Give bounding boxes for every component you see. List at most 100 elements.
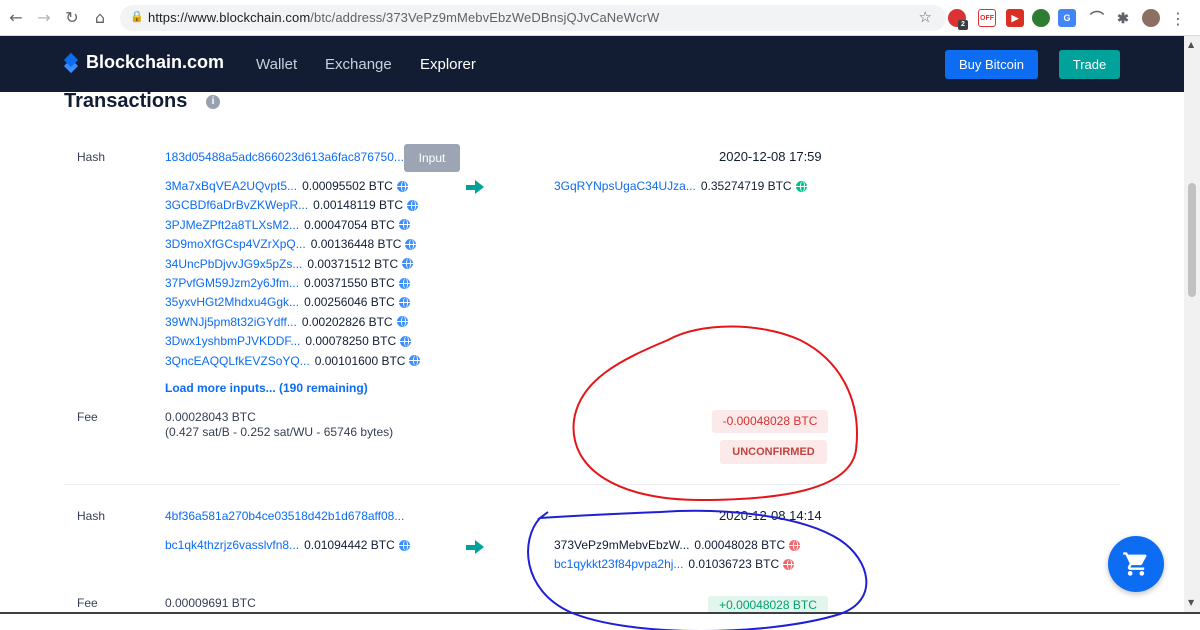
page-title: Transactions xyxy=(64,90,188,112)
translate-icon[interactable]: G xyxy=(1058,9,1076,27)
tx1-fee-label: Fee xyxy=(77,410,98,424)
tx1-arrow-icon xyxy=(466,180,484,194)
home-icon[interactable]: ⌂ xyxy=(90,8,110,28)
extension-globe-icon[interactable] xyxy=(1032,9,1050,27)
tx1-input-row: 3D9moXfGCsp4VZrXpQ... 0.00136448 BTC xyxy=(165,237,417,252)
tx1-status-badge: UNCONFIRMED xyxy=(720,440,827,464)
cart-icon xyxy=(1123,552,1147,576)
tx1-input-address[interactable]: 3QncEAQQLfkEVZSoYQ... xyxy=(165,354,310,368)
tx1-input-amount: 0.00095502 BTC xyxy=(302,179,393,193)
extension-off-icon[interactable]: OFF xyxy=(978,9,996,27)
extension-badge: 2 xyxy=(958,20,968,30)
tx1-input-amount: 0.00078250 BTC xyxy=(305,334,397,349)
tx1-input-row: 35yxvHGt2Mhdxu4Ggk... 0.00256046 BTC xyxy=(165,295,410,309)
tx1-input-address[interactable]: 39WNJj5pm8t32iGYdff... xyxy=(165,315,297,329)
address-bar[interactable]: 🔒 https://www.blockchain.com/btc/address… xyxy=(120,5,946,31)
bookmark-star-icon[interactable]: ☆ xyxy=(919,8,932,26)
globe-icon[interactable] xyxy=(405,238,417,250)
tx2-input-row: bc1qk4thzrjz6vasslvfn8... 0.01094442 BTC xyxy=(165,538,410,552)
tx1-input-address[interactable]: 34UncPbDjvvJG9x5pZs... xyxy=(165,257,302,271)
tx1-input-address[interactable]: 37PvfGM59Jzm2y6Jfm... xyxy=(165,276,299,290)
tx1-input-address[interactable]: 35yxvHGt2Mhdxu4Ggk... xyxy=(165,295,299,309)
browser-menu-icon[interactable]: ⋮ xyxy=(1170,9,1186,28)
globe-icon[interactable] xyxy=(407,199,418,211)
tx-divider xyxy=(64,484,1120,485)
tx1-input-amount: 0.00101600 BTC xyxy=(314,353,406,368)
logo[interactable]: Blockchain.com xyxy=(63,52,224,73)
globe-icon[interactable] xyxy=(396,316,408,328)
tx1-input-amount: 0.00047054 BTC xyxy=(304,217,395,232)
tx1-input-amount: 0.00371512 BTC xyxy=(307,256,399,271)
tx1-input-amount: 0.00148119 BTC xyxy=(313,198,403,213)
info-icon[interactable]: i xyxy=(206,95,220,109)
tx1-input-address[interactable]: 3Ma7xBqVEA2UQvpt5... xyxy=(165,179,297,193)
tx2-output-amount: 0.00048028 BTC xyxy=(694,538,786,552)
browser-toolbar: ← → ↻ ⌂ 🔒 https://www.blockchain.com/btc… xyxy=(0,0,1200,36)
tx1-input-address[interactable]: 3Dwx1yshbmPJVKDDF... xyxy=(165,334,300,348)
globe-icon[interactable] xyxy=(783,558,795,570)
tx2-output-address[interactable]: bc1qykkt23f84pvpa2hj... xyxy=(554,557,683,571)
tx1-input-address[interactable]: 3GCBDf6aDrBvZKWepR... xyxy=(165,198,308,212)
tx2-arrow-icon xyxy=(466,540,484,554)
tx1-hash-label: Hash xyxy=(77,150,106,164)
tx1-input-address[interactable]: 3PJMeZPft2a8TLXsM2... xyxy=(165,218,299,232)
scroll-up-icon[interactable]: ▲ xyxy=(1188,40,1194,49)
extensions-puzzle-icon[interactable]: ✱ xyxy=(1114,9,1132,27)
tx1-hash-link[interactable]: 183d05488a5adc866023d613a6fac876750... xyxy=(165,150,404,164)
globe-icon[interactable] xyxy=(400,335,412,347)
globe-icon[interactable] xyxy=(398,219,410,231)
globe-icon[interactable] xyxy=(402,258,414,270)
tx1-net-amount-badge: -0.00048028 BTC xyxy=(712,410,828,433)
nav-explorer[interactable]: Explorer xyxy=(420,56,476,73)
reload-icon[interactable]: ↻ xyxy=(62,8,82,28)
tx2-output-row: bc1qykkt23f84pvpa2hj... 0.01036723 BTC xyxy=(554,557,795,571)
buy-bitcoin-button[interactable]: Buy Bitcoin xyxy=(945,50,1038,79)
tx1-input-amount: 0.00136448 BTC xyxy=(310,237,402,252)
address-url: https://www.blockchain.com/btc/address/3… xyxy=(148,10,659,25)
input-tooltip: Input xyxy=(404,144,460,172)
tx2-date: 2020-12-08 14:14 xyxy=(719,508,822,523)
tx1-input-amount: 0.00371550 BTC xyxy=(304,276,395,290)
cart-button[interactable] xyxy=(1108,536,1164,592)
forward-arrow-icon[interactable]: → xyxy=(34,8,54,28)
nav-exchange[interactable]: Exchange xyxy=(325,56,392,73)
browser-bottom-edge xyxy=(0,612,1200,630)
globe-icon[interactable] xyxy=(398,539,410,551)
extension-arc-icon[interactable]: ⌒ xyxy=(1088,9,1106,27)
site-header: Blockchain.com Wallet Exchange Explorer … xyxy=(0,36,1184,92)
tx1-input-address[interactable]: 3D9moXfGCsp4VZrXpQ... xyxy=(165,237,306,251)
tx1-output-address[interactable]: 3GqRYNpsUgaC34UJza... xyxy=(554,179,696,193)
scroll-down-icon[interactable]: ▼ xyxy=(1188,598,1194,607)
globe-icon[interactable] xyxy=(398,296,410,308)
globe-icon[interactable] xyxy=(795,180,807,192)
back-arrow-icon[interactable]: ← xyxy=(6,8,26,28)
globe-icon[interactable] xyxy=(396,180,408,192)
nav-wallet[interactable]: Wallet xyxy=(256,56,297,73)
tx2-hash-label: Hash xyxy=(77,509,106,523)
logo-mark-icon xyxy=(63,52,79,73)
tx2-input-address[interactable]: bc1qk4thzrjz6vasslvfn8... xyxy=(165,538,299,552)
tx1-input-row: 37PvfGM59Jzm2y6Jfm... 0.00371550 BTC xyxy=(165,276,410,290)
tx1-input-row: 3PJMeZPft2a8TLXsM2... 0.00047054 BTC xyxy=(165,218,410,232)
tx1-input-amount: 0.00256046 BTC xyxy=(304,295,395,310)
trade-button[interactable]: Trade xyxy=(1059,50,1120,79)
load-more-inputs-link[interactable]: Load more inputs... (190 remaining) xyxy=(165,381,368,395)
globe-icon[interactable] xyxy=(398,277,410,289)
extension-play-icon[interactable]: ▶ xyxy=(1006,9,1024,27)
tx1-input-row: 3GCBDf6aDrBvZKWepR... 0.00148119 BTC xyxy=(165,198,418,212)
tx1-input-row: 39WNJj5pm8t32iGYdff... 0.00202826 BTC xyxy=(165,315,408,329)
page-scrollbar[interactable]: ▲ ▼ xyxy=(1184,36,1200,612)
tx1-input-row: 3Dwx1yshbmPJVKDDF... 0.00078250 BTC xyxy=(165,334,412,349)
logo-text: Blockchain.com xyxy=(86,52,225,72)
tx2-fee: 0.00009691 BTC xyxy=(165,596,256,610)
url-path: /btc/address/373VePz9mMebvEbzWeDBnsjQJvC… xyxy=(310,10,660,25)
globe-icon[interactable] xyxy=(409,355,421,367)
tx2-output-address[interactable]: 373VePz9mMebvEbzW... xyxy=(554,538,689,552)
tx1-input-row: 34UncPbDjvvJG9x5pZs... 0.00371512 BTC xyxy=(165,256,414,271)
tx1-date: 2020-12-08 17:59 xyxy=(719,149,822,164)
scroll-thumb[interactable] xyxy=(1188,183,1196,297)
profile-avatar[interactable] xyxy=(1142,9,1160,27)
globe-icon[interactable] xyxy=(789,539,801,551)
tx2-hash-link[interactable]: 4bf36a581a270b4ce03518d42b1d678aff08... xyxy=(165,509,404,523)
tx2-output-amount: 0.01036723 BTC xyxy=(688,557,780,571)
